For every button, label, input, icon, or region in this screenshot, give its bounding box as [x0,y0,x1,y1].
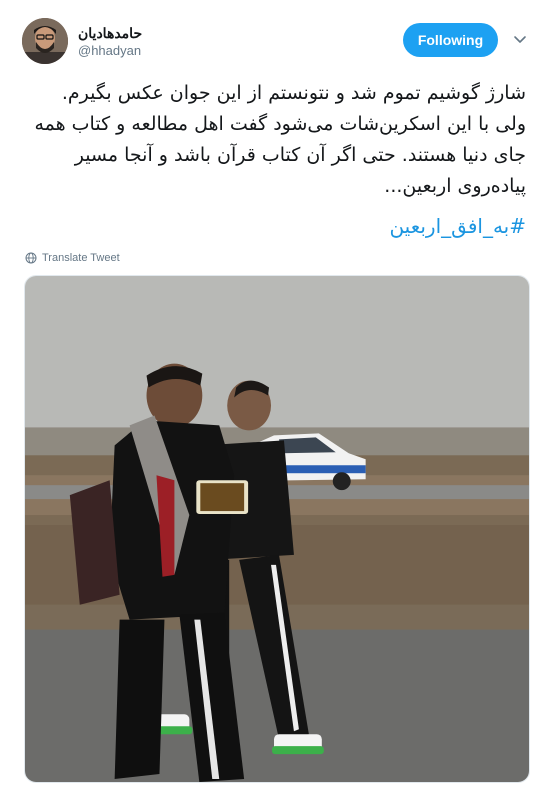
translate-label: Translate Tweet [42,252,120,264]
avatar[interactable] [22,18,68,64]
tweet-text-line: ولی با این اسکرین‌شات می‌شود گفت اهل مطا… [34,113,526,135]
display-name[interactable]: حامدهادیان [78,24,142,42]
tweet-text-line: جای دنیا هستند. حتی اگر آن کتاب قرآن باش… [74,144,526,166]
user-handle[interactable]: @hhadyan [78,43,142,59]
chevron-down-icon[interactable] [512,31,528,47]
hashtag-link[interactable]: #به_افق_اربعین [22,212,526,240]
tweet-text-line: پیاده‌روی اربعین... [384,175,526,197]
tweet-text-line: شارژ گوشیم تموم شد و نتونستم از این جوان… [61,82,526,104]
tweet-header: حامدهادیان @hhadyan Following [22,18,530,66]
tweet-photo[interactable] [24,275,530,783]
following-button[interactable]: Following [403,23,498,57]
translate-tweet-link[interactable]: Translate Tweet [25,250,120,266]
globe-icon [25,252,37,264]
user-info[interactable]: حامدهادیان @hhadyan [78,24,142,59]
tweet-text: شارژ گوشیم تموم شد و نتونستم از این جوان… [22,78,526,202]
